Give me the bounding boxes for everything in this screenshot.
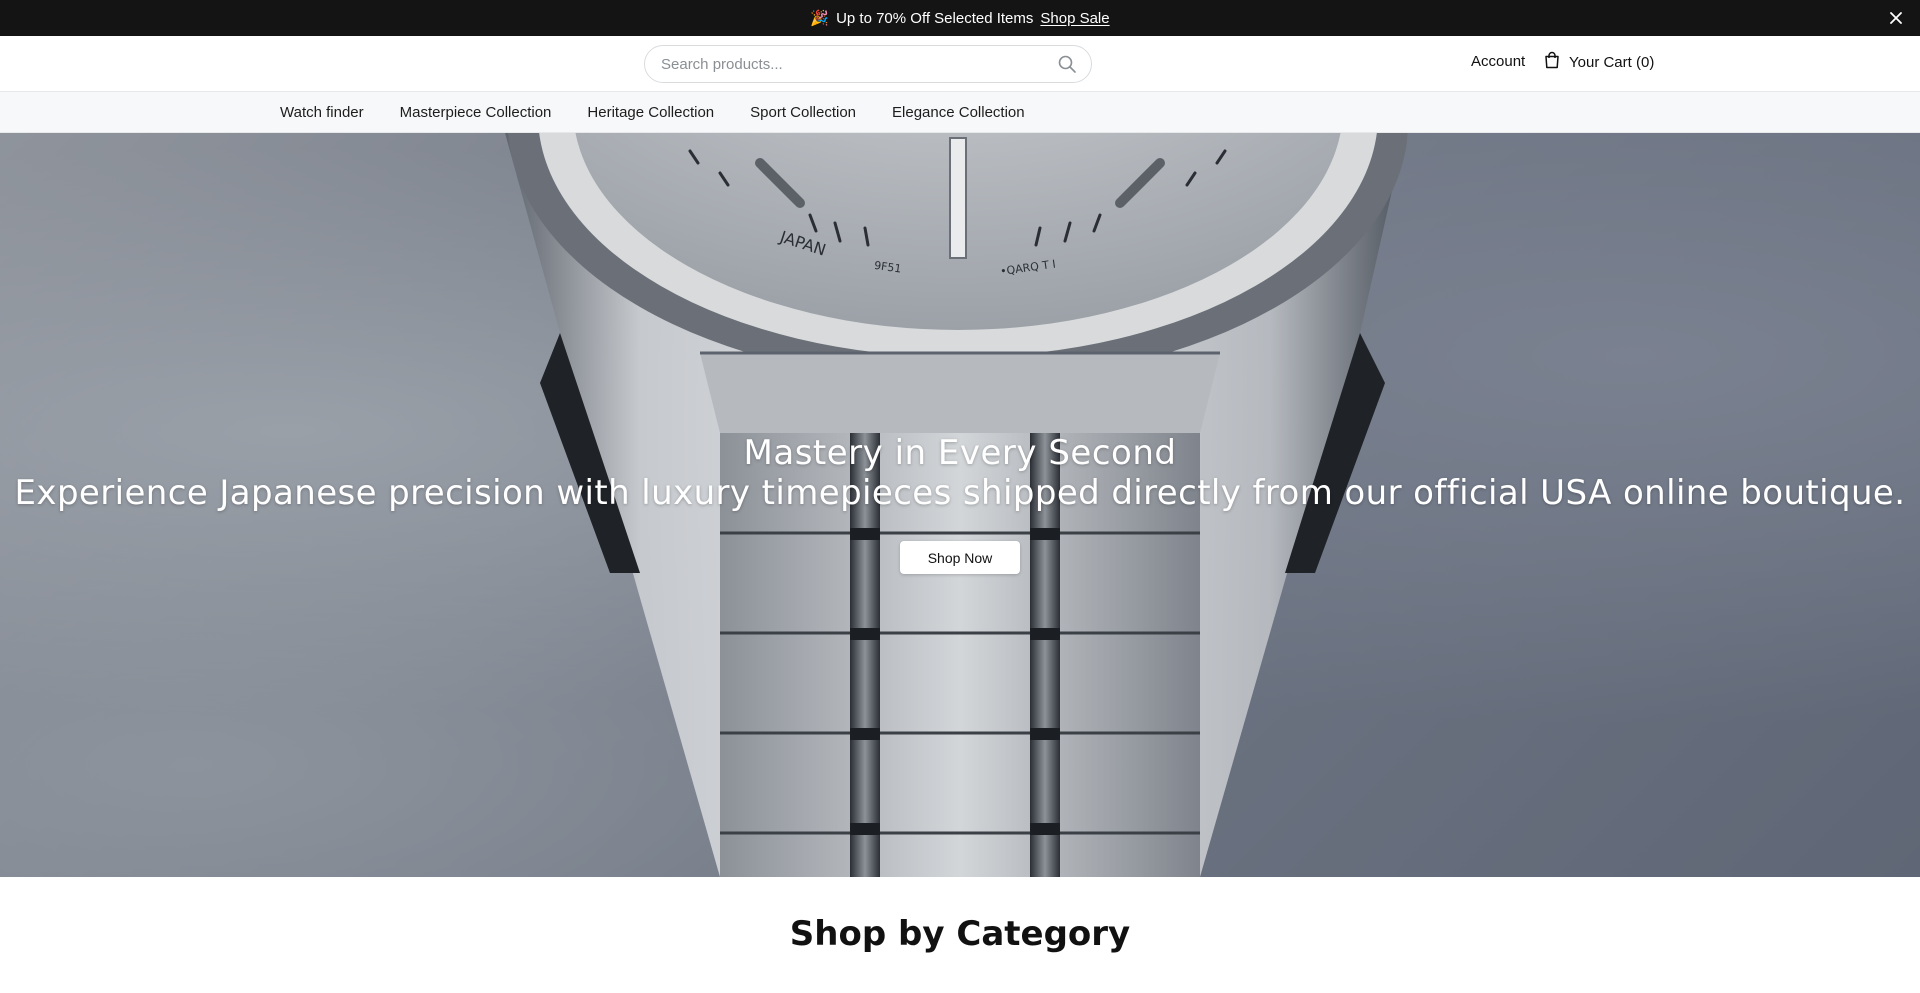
hero-banner: JAPAN 9F51 •QARQ T I Mastery in Every Se…	[0, 133, 1920, 877]
cart-label: Your Cart (0)	[1569, 53, 1655, 71]
nav-item-watch-finder[interactable]: Watch finder	[280, 104, 364, 121]
announcement-text: Up to 70% Off Selected Items	[836, 9, 1034, 27]
shop-sale-link[interactable]: Shop Sale	[1040, 10, 1109, 27]
announcement-bar: 🎉 Up to 70% Off Selected Items Shop Sale	[0, 0, 1920, 36]
account-link[interactable]: Account	[1471, 53, 1525, 70]
nav-item-masterpiece-collection[interactable]: Masterpiece Collection	[400, 104, 552, 121]
nav-item-elegance-collection[interactable]: Elegance Collection	[892, 104, 1025, 121]
nav-item-heritage-collection[interactable]: Heritage Collection	[587, 104, 714, 121]
search-icon[interactable]	[1057, 54, 1077, 74]
main-nav: Watch finder Masterpiece Collection Heri…	[0, 92, 1920, 133]
hero-title: Mastery in Every Second	[743, 433, 1177, 473]
cart-button[interactable]: Your Cart (0)	[1544, 51, 1654, 73]
shop-now-button[interactable]: Shop Now	[900, 541, 1020, 574]
shopping-bag-icon	[1544, 51, 1560, 73]
hero-subtitle: Experience Japanese precision with luxur…	[14, 473, 1906, 513]
close-icon[interactable]	[1886, 8, 1906, 28]
nav-item-sport-collection[interactable]: Sport Collection	[750, 104, 856, 121]
search-input[interactable]	[661, 55, 1057, 73]
party-popper-icon: 🎉	[810, 9, 830, 27]
site-header: Account Your Cart (0)	[0, 36, 1920, 92]
section-title-shop-by-category: Shop by Category	[789, 914, 1131, 954]
search-bar	[644, 45, 1092, 83]
